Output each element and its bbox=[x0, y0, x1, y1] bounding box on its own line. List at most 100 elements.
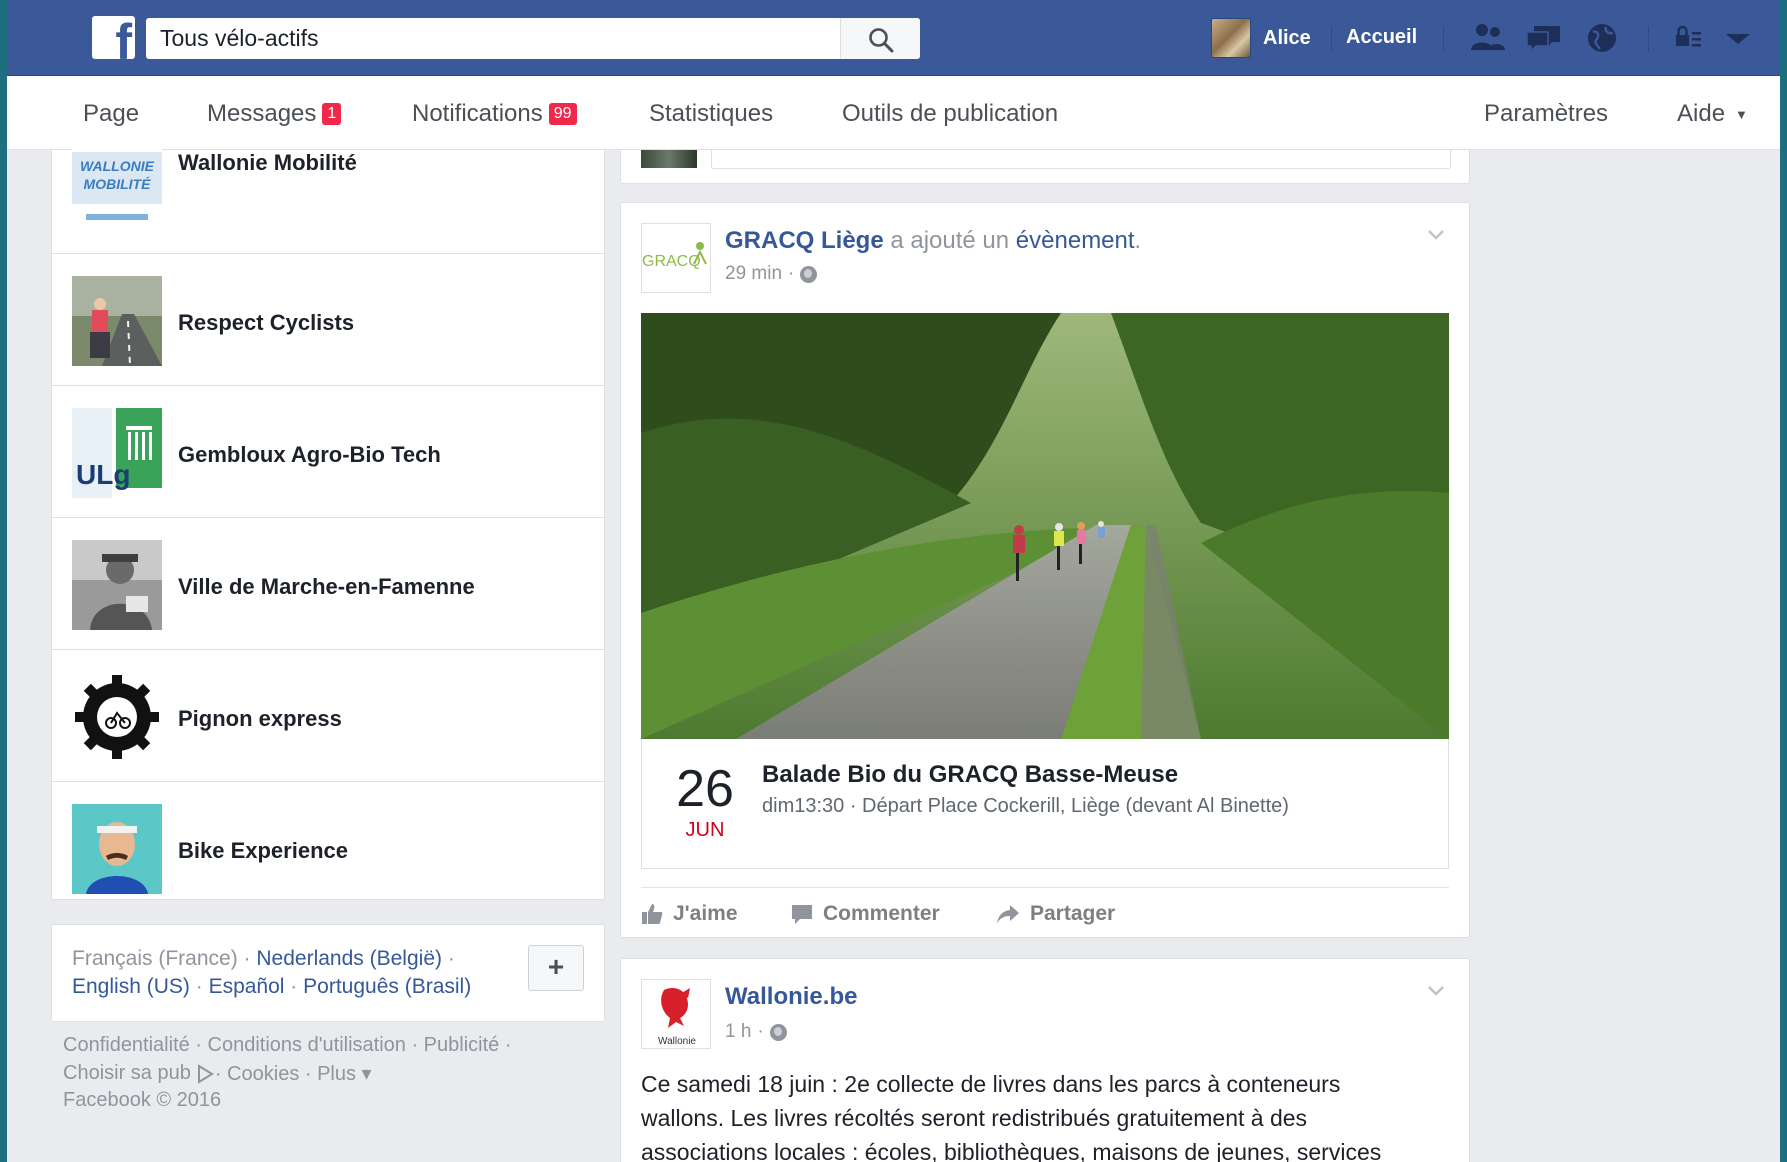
share-button[interactable]: Partager bbox=[996, 902, 1115, 926]
tab-label: Outils de publication bbox=[842, 100, 1059, 127]
tab-label: Aide bbox=[1677, 100, 1726, 127]
post-text-line: associations locales : écoles, bibliothè… bbox=[641, 1139, 1382, 1162]
search-box bbox=[146, 18, 920, 59]
list-item[interactable]: WALLONIE MOBILITÉ Wallonie Mobilité bbox=[52, 122, 604, 254]
divider bbox=[1648, 26, 1649, 52]
ville-marche-thumb bbox=[72, 540, 162, 630]
separator: · bbox=[447, 947, 455, 970]
ulg-logo: ULg bbox=[72, 408, 162, 498]
post-author-link[interactable]: GRACQ Liège bbox=[725, 227, 884, 254]
wallonie-mobilite-logo: WALLONIE MOBILITÉ bbox=[72, 144, 162, 234]
separator: · bbox=[243, 947, 251, 970]
divider bbox=[1443, 26, 1444, 52]
search-icon bbox=[869, 28, 894, 53]
tab-statistics[interactable]: Statistiques bbox=[649, 100, 773, 128]
public-audience-icon[interactable] bbox=[769, 1023, 787, 1041]
friend-requests-icon[interactable] bbox=[1468, 20, 1508, 56]
post-meta: 1 h · bbox=[725, 1021, 787, 1043]
like-label: J'aime bbox=[673, 902, 738, 925]
gracq-logo[interactable]: GRACQ bbox=[641, 223, 711, 293]
post-actions: J'aime Commenter Partager bbox=[641, 887, 1449, 937]
footer-links[interactable]: Confidentialité · Conditions d'utilisati… bbox=[63, 1034, 512, 1057]
language-link-en[interactable]: English (US) bbox=[72, 975, 190, 998]
list-item-label: Ville de Marche-en-Famenne bbox=[178, 574, 475, 599]
event-details: dim13:30 · Départ Place Cockerill, Liège… bbox=[762, 795, 1289, 817]
language-link-pt[interactable]: Português (Brasil) bbox=[303, 975, 471, 998]
liked-pages-list: WALLONIE MOBILITÉ Wallonie Mobilité Resp… bbox=[51, 144, 605, 900]
comment-icon bbox=[792, 905, 812, 924]
share-icon bbox=[997, 905, 1019, 924]
tab-label: Paramètres bbox=[1484, 100, 1609, 127]
list-item[interactable]: Bike Experience bbox=[52, 782, 604, 914]
post-timestamp[interactable]: 1 h bbox=[725, 1021, 751, 1043]
event-title[interactable]: Balade Bio du GRACQ Basse-Meuse bbox=[762, 761, 1178, 789]
post-text-line: wallons. Les livres récoltés seront redi… bbox=[641, 1105, 1308, 1131]
comment-button[interactable]: Commenter bbox=[791, 902, 940, 926]
event-cover-photo[interactable] bbox=[641, 313, 1449, 739]
tab-help[interactable]: Aide ▼ bbox=[1677, 100, 1748, 128]
logo-text: GRACQ bbox=[642, 253, 701, 270]
post-author-link[interactable]: Wallonie.be bbox=[725, 983, 857, 1010]
list-item-label: Respect Cyclists bbox=[178, 310, 355, 335]
chevron-down-icon[interactable] bbox=[1427, 985, 1445, 997]
public-audience-icon[interactable] bbox=[800, 265, 818, 283]
home-link[interactable]: Accueil bbox=[1346, 26, 1417, 49]
tab-publishing-tools[interactable]: Outils de publication bbox=[842, 100, 1058, 128]
privacy-lock-icon[interactable] bbox=[1672, 20, 1712, 56]
list-item[interactable]: Pignon express bbox=[52, 650, 604, 782]
list-item[interactable]: ULg Gembloux Agro-Bio Tech bbox=[52, 386, 604, 518]
share-label: Partager bbox=[1030, 902, 1116, 925]
post-meta: 29 min · bbox=[725, 263, 818, 285]
wallonie-logo[interactable]: Wallonie bbox=[641, 979, 711, 1049]
comment-label: Commenter bbox=[823, 902, 940, 925]
like-button[interactable]: J'aime bbox=[641, 902, 738, 926]
avatar bbox=[641, 150, 697, 168]
event-card[interactable]: 26 JUN Balade Bio du GRACQ Basse-Meuse d… bbox=[641, 739, 1449, 869]
language-selector: Français (France) · Nederlands (België) … bbox=[51, 924, 605, 1022]
thumbs-up-icon bbox=[642, 904, 663, 924]
logo-text: MOBILITÉ bbox=[84, 176, 152, 192]
separator: · bbox=[195, 975, 203, 998]
post-body: Ce samedi 18 juin : 2e collecte de livre… bbox=[641, 1067, 1451, 1162]
profile-link[interactable]: Alice bbox=[1211, 18, 1311, 58]
post-text-line: Ce samedi 18 juin : 2e collecte de livre… bbox=[641, 1071, 1341, 1097]
copyright: Facebook © 2016 bbox=[63, 1089, 222, 1111]
post-timestamp[interactable]: 29 min bbox=[725, 263, 782, 285]
event-link[interactable]: évènement bbox=[1016, 227, 1135, 254]
respect-cyclists-thumb bbox=[72, 276, 162, 366]
chevron-down-icon: ▼ bbox=[1735, 106, 1748, 122]
list-item[interactable]: Ville de Marche-en-Famenne bbox=[52, 518, 604, 650]
notifications-globe-icon[interactable] bbox=[1582, 20, 1622, 56]
ad-choices-link[interactable]: Choisir sa pub bbox=[63, 1062, 191, 1085]
event-day: 26 bbox=[676, 760, 734, 818]
comment-input[interactable] bbox=[711, 150, 1451, 169]
list-item-label: Gembloux Agro-Bio Tech bbox=[178, 442, 441, 467]
post-header: GRACQ Liège a ajouté un évènement. bbox=[725, 227, 1141, 255]
feed-post: Wallonie Wallonie.be 1 h · Ce samedi 18 … bbox=[620, 958, 1470, 1162]
list-item-label: Wallonie Mobilité bbox=[178, 150, 357, 175]
list-item-label: Pignon express bbox=[178, 706, 342, 731]
separator: · bbox=[757, 1021, 764, 1042]
footer-more-links[interactable]: · Cookies · Plus ▾ bbox=[215, 1061, 372, 1086]
separator: · bbox=[788, 263, 795, 284]
logo-text: ULg bbox=[76, 459, 130, 490]
tab-settings[interactable]: Paramètres bbox=[1484, 100, 1608, 128]
tab-label: Statistiques bbox=[649, 100, 774, 127]
search-button[interactable] bbox=[840, 18, 920, 59]
language-link-nl[interactable]: Nederlands (België) bbox=[256, 947, 442, 970]
language-link-es[interactable]: Español bbox=[209, 975, 285, 998]
footer-links[interactable]: Choisir sa pub · Cookies · Plus ▾ bbox=[63, 1061, 372, 1086]
chevron-down-icon[interactable] bbox=[1427, 229, 1445, 241]
add-language-button[interactable]: + bbox=[528, 945, 584, 991]
current-language: Français (France) bbox=[72, 947, 238, 970]
list-item[interactable]: Respect Cyclists bbox=[52, 254, 604, 386]
logo-text: Wallonie bbox=[658, 1036, 696, 1047]
profile-name: Alice bbox=[1263, 26, 1311, 49]
list-item-label: Bike Experience bbox=[178, 838, 348, 863]
separator: · bbox=[290, 975, 298, 998]
language-line: Français (France) · Nederlands (België) … bbox=[72, 947, 455, 971]
messages-icon[interactable] bbox=[1524, 20, 1564, 56]
facebook-logo[interactable]: f bbox=[92, 16, 135, 59]
account-menu-icon[interactable] bbox=[1718, 20, 1758, 56]
search-input[interactable] bbox=[146, 18, 838, 59]
